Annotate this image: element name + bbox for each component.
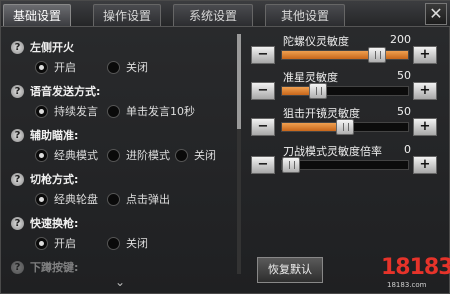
radio-option[interactable]: 持续发言 — [35, 103, 98, 119]
setting-title: 左侧开火 — [30, 41, 74, 54]
reset-default-button[interactable]: 恢复默认 — [257, 257, 323, 283]
help-icon[interactable]: ? — [11, 260, 24, 274]
watermark-logo: 18183 18183.com — [381, 253, 450, 293]
setting-title: 语音发送方式: — [30, 85, 101, 98]
tab-bar: 基础设置 操作设置 系统设置 其他设置 ✕ — [1, 1, 450, 27]
radio-icon — [35, 192, 48, 206]
radio-icon — [35, 236, 48, 250]
decrease-button[interactable]: − — [251, 156, 275, 174]
slider-sniper-scope: 狙击开镜灵敏度 50 − + — [251, 105, 441, 145]
radio-icon — [107, 236, 120, 250]
radio-option[interactable]: 开启 — [35, 59, 76, 75]
radio-icon — [35, 104, 48, 118]
tab-operation[interactable]: 操作设置 — [93, 4, 161, 26]
radio-option[interactable]: 经典模式 — [35, 147, 98, 163]
radio-option[interactable]: 关闭 — [107, 59, 148, 75]
slider-track[interactable] — [281, 47, 409, 63]
setting-title: 快速换枪: — [30, 217, 79, 230]
radio-option[interactable]: 经典轮盘 — [35, 191, 98, 207]
setting-title: 下蹲按键: — [30, 261, 79, 274]
slider-thumb[interactable] — [336, 119, 354, 135]
slider-gyro: 陀螺仪灵敏度 200 − + — [251, 33, 441, 73]
help-icon[interactable]: ? — [11, 128, 24, 142]
slider-thumb[interactable] — [368, 47, 387, 63]
decrease-button[interactable]: − — [251, 118, 275, 136]
scrollbar[interactable] — [237, 34, 241, 274]
decrease-button[interactable]: − — [251, 46, 275, 64]
setting-title: 辅助瞄准: — [30, 129, 79, 142]
radio-option[interactable]: 进阶模式 — [107, 147, 170, 163]
radio-icon — [107, 104, 120, 118]
radio-option[interactable]: 开启 — [35, 235, 76, 251]
slider-thumb[interactable] — [282, 157, 300, 173]
slider-knife-mode: 刀战模式灵敏度倍率 0 − + — [251, 143, 441, 183]
radio-option[interactable]: 点击弹出 — [107, 191, 170, 207]
logo-subtext: 18183.com — [387, 281, 427, 289]
tab-system[interactable]: 系统设置 — [173, 4, 253, 26]
increase-button[interactable]: + — [413, 82, 437, 100]
logo-text: 18183 — [381, 255, 450, 280]
tab-basic[interactable]: 基础设置 — [3, 4, 71, 26]
radio-icon — [107, 192, 120, 206]
left-settings-panel: ? 左侧开火 开启 关闭 ? 语音发送方式: 持续发言 单击发言10秒 ? 辅助… — [5, 31, 239, 291]
radio-icon — [35, 60, 48, 74]
slider-track[interactable] — [281, 83, 409, 99]
setting-title: 切枪方式: — [30, 173, 79, 186]
help-icon[interactable]: ? — [11, 216, 24, 230]
scroll-thumb[interactable] — [237, 34, 241, 129]
radio-icon — [35, 148, 48, 162]
help-icon[interactable]: ? — [11, 40, 24, 54]
help-icon[interactable]: ? — [11, 84, 24, 98]
radio-icon — [107, 148, 120, 162]
help-icon[interactable]: ? — [11, 172, 24, 186]
radio-icon — [175, 148, 188, 162]
slider-thumb[interactable] — [309, 83, 327, 99]
radio-option[interactable]: 关闭 — [107, 235, 148, 251]
chevron-down-icon[interactable]: ⌄ — [115, 275, 125, 289]
increase-button[interactable]: + — [413, 46, 437, 64]
radio-icon — [107, 60, 120, 74]
close-icon[interactable]: ✕ — [425, 3, 447, 25]
radio-option[interactable]: 单击发言10秒 — [107, 103, 195, 119]
slider-track[interactable] — [281, 119, 409, 135]
increase-button[interactable]: + — [413, 118, 437, 136]
radio-option[interactable]: 关闭 — [175, 147, 216, 163]
increase-button[interactable]: + — [413, 156, 437, 174]
tab-other[interactable]: 其他设置 — [265, 4, 345, 26]
slider-crosshair: 准星灵敏度 50 − + — [251, 69, 441, 109]
decrease-button[interactable]: − — [251, 82, 275, 100]
slider-track[interactable] — [281, 157, 409, 173]
settings-window: 基础设置 操作设置 系统设置 其他设置 ✕ ? 左侧开火 开启 关闭 ? 语音发… — [0, 0, 450, 294]
